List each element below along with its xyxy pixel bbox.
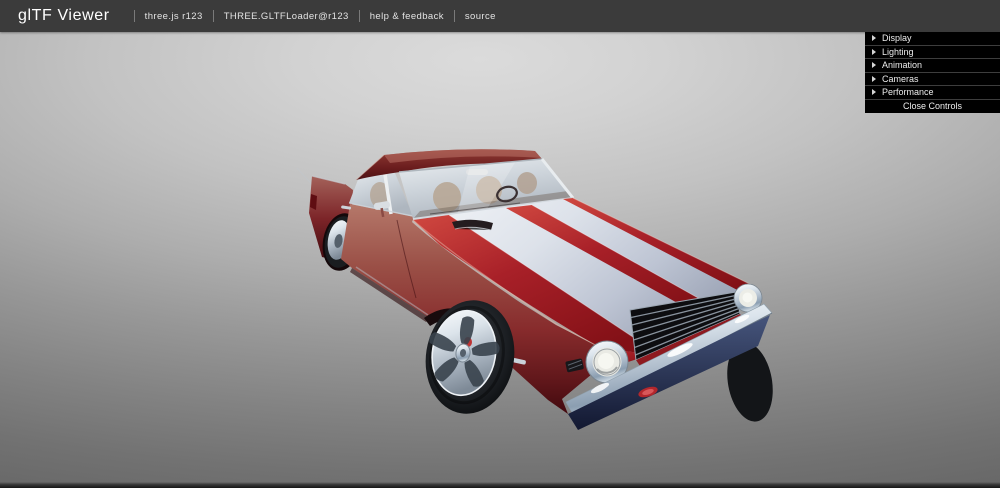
- folder-arrow-icon: [872, 89, 876, 95]
- gui-folder-lighting[interactable]: Lighting: [865, 46, 1000, 60]
- nav-link-help-feedback[interactable]: help & feedback: [370, 11, 444, 22]
- folder-label: Lighting: [882, 47, 914, 57]
- close-controls-button[interactable]: Close Controls: [865, 100, 1000, 114]
- app-title: glTF Viewer: [18, 7, 110, 25]
- gui-folder-display[interactable]: Display: [865, 32, 1000, 46]
- gui-folder-performance[interactable]: Performance: [865, 86, 1000, 100]
- nav-link-source[interactable]: source: [465, 11, 496, 22]
- folder-arrow-icon: [872, 49, 876, 55]
- gui-folder-cameras[interactable]: Cameras: [865, 73, 1000, 87]
- controls-panel: Display Lighting Animation Cameras Perfo…: [865, 32, 1000, 113]
- nav-link-gltfloader[interactable]: THREE.GLTFLoader@r123: [224, 11, 349, 22]
- folder-label: Display: [882, 33, 912, 43]
- nav-separator: [134, 10, 135, 22]
- nav-separator: [359, 10, 360, 22]
- folder-arrow-icon: [872, 62, 876, 68]
- folder-label: Animation: [882, 60, 922, 70]
- nav-separator: [213, 10, 214, 22]
- folder-arrow-icon: [872, 35, 876, 41]
- viewport-bottom-edge: [0, 482, 1000, 488]
- viewport-3d[interactable]: [0, 32, 1000, 488]
- header-bar: glTF Viewer three.js r123 THREE.GLTFLoad…: [0, 0, 1000, 32]
- header-nav: three.js r123 THREE.GLTFLoader@r123 help…: [124, 10, 496, 22]
- nav-separator: [454, 10, 455, 22]
- nav-link-threejs[interactable]: three.js r123: [145, 11, 203, 22]
- folder-label: Cameras: [882, 74, 919, 84]
- gui-folder-animation[interactable]: Animation: [865, 59, 1000, 73]
- folder-arrow-icon: [872, 76, 876, 82]
- folder-label: Performance: [882, 87, 934, 97]
